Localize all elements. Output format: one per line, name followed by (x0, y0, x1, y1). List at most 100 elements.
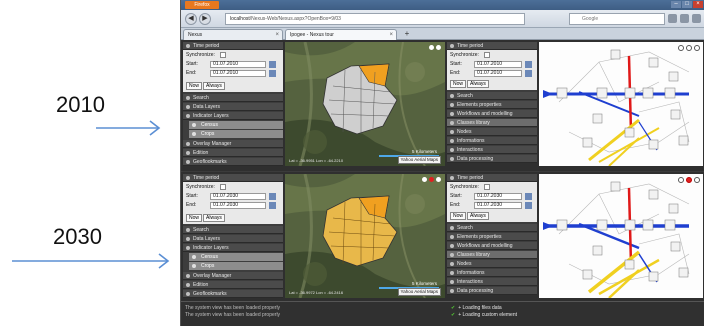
calendar-icon[interactable] (525, 202, 532, 209)
zoom-icon[interactable] (678, 177, 684, 183)
start-date-field[interactable]: 01.07.2010 (474, 61, 522, 68)
menu-elements-properties[interactable]: Elements properties (447, 101, 537, 109)
always-button[interactable]: Always (203, 214, 225, 222)
menu-classes-library[interactable]: Classes library (447, 251, 537, 259)
calendar-icon[interactable] (269, 70, 276, 77)
menu-search[interactable]: Search (447, 92, 537, 100)
time-period-header[interactable]: Time period (183, 42, 283, 50)
calendar-icon[interactable] (269, 61, 276, 68)
map-control-icon[interactable] (422, 177, 427, 182)
settings-icon[interactable] (694, 45, 700, 51)
coordinates-readout: Lat = -36.9972 Lon = -64.2416 (289, 290, 344, 295)
search-icon[interactable] (668, 14, 677, 23)
synchronize-checkbox[interactable] (484, 184, 490, 190)
record-icon[interactable] (429, 177, 434, 182)
map-control-icon[interactable] (436, 45, 441, 50)
menu-workflows-modelling[interactable]: Workflows and modelling (447, 110, 537, 118)
calendar-icon[interactable] (525, 61, 532, 68)
menu-geobookmarks[interactable]: Geoflookmarks (183, 158, 283, 166)
back-icon[interactable]: ◀ (185, 13, 197, 25)
tab-close-icon[interactable]: × (275, 30, 279, 40)
map-control-icon[interactable] (429, 45, 434, 50)
calendar-icon[interactable] (269, 202, 276, 209)
menu-data-processing[interactable]: Data processing (447, 155, 537, 163)
menu-informations[interactable]: Informations (447, 137, 537, 145)
menu-data-layers[interactable]: Data Layers (183, 235, 283, 243)
synchronize-checkbox[interactable] (220, 52, 226, 58)
tab-bar: Nexus × Ipogee - Nexus tour × + (181, 28, 704, 40)
tab-nexus[interactable]: Nexus × (183, 29, 283, 40)
now-button[interactable]: Now (186, 214, 203, 222)
new-tab-icon[interactable]: + (401, 29, 413, 39)
always-button[interactable]: Always (467, 212, 489, 220)
menu-elements-properties[interactable]: Elements properties (447, 233, 537, 241)
menu-data-layers[interactable]: Data Layers (183, 103, 283, 111)
menu-search[interactable]: Search (447, 224, 537, 232)
menu-indicator-layers[interactable]: Indicator Layers (183, 244, 283, 252)
start-date-field[interactable]: 01.07.2010 (210, 61, 266, 68)
indicator-crops[interactable]: Crops (189, 130, 283, 138)
menu-workflows-modelling[interactable]: Workflows and modelling (447, 242, 537, 250)
aerial-maps-button[interactable]: Yahoo Aerial Maps (397, 288, 441, 296)
right-time-period-header[interactable]: Time period (447, 42, 537, 50)
home-icon[interactable] (680, 14, 689, 23)
menu-nodes[interactable]: Nodes (447, 128, 537, 136)
workflow-diagram[interactable] (539, 174, 703, 298)
now-button[interactable]: Now (450, 80, 467, 88)
map-control-icon[interactable] (436, 177, 441, 182)
indicator-census[interactable]: Census (189, 253, 283, 261)
workflow-diagram[interactable] (539, 42, 703, 166)
firefox-menu-button[interactable]: Firefox (185, 1, 219, 9)
right-time-period-header[interactable]: Time period (447, 174, 537, 182)
search-input[interactable]: Google (569, 13, 665, 25)
indicator-crops[interactable]: Crops (189, 262, 283, 270)
now-button[interactable]: Now (186, 82, 203, 90)
settings-icon[interactable] (694, 177, 700, 183)
end-date-field[interactable]: 01.07.2030 (474, 202, 522, 209)
maximize-icon[interactable]: □ (682, 1, 692, 8)
address-bar[interactable]: localhost/Nexus-Web/Nexus.aspx?OpenBox=9… (225, 13, 525, 25)
menu-interactions[interactable]: Interactions (447, 146, 537, 154)
menu-search[interactable]: Search (183, 94, 283, 102)
calendar-icon[interactable] (525, 70, 532, 77)
end-date-field[interactable]: 01.07.2010 (210, 70, 266, 77)
menu-edition[interactable]: Edition (183, 149, 283, 157)
start-date-field[interactable]: 01.07.2030 (210, 193, 266, 200)
menu-indicator-layers[interactable]: Indicator Layers (183, 112, 283, 120)
tab-ipogee[interactable]: Ipogee - Nexus tour × (285, 29, 397, 40)
synchronize-checkbox[interactable] (484, 52, 490, 58)
start-date-field[interactable]: 01.07.2030 (474, 193, 522, 200)
menu-informations[interactable]: Informations (447, 269, 537, 277)
end-date-field[interactable]: 01.07.2010 (474, 70, 522, 77)
menu-data-processing[interactable]: Data processing (447, 287, 537, 295)
record-icon[interactable] (686, 177, 692, 183)
minimize-icon[interactable]: – (671, 1, 681, 8)
menu-overlay-manager[interactable]: Overlay Manager (183, 140, 283, 148)
menu-interactions[interactable]: Interactions (447, 278, 537, 286)
always-button[interactable]: Always (203, 82, 225, 90)
always-button[interactable]: Always (467, 80, 489, 88)
indicator-census[interactable]: Census (189, 121, 283, 129)
calendar-icon[interactable] (269, 193, 276, 200)
forward-icon[interactable]: ▶ (199, 13, 211, 25)
menu-geobookmarks[interactable]: Geoflookmarks (183, 290, 283, 298)
time-period-header[interactable]: Time period (183, 174, 283, 182)
satellite-map[interactable]: 5 Kilometers Lat = -36.9951 Lon = -64.22… (285, 42, 445, 166)
calendar-icon[interactable] (525, 193, 532, 200)
right-panel: Time period Synchronize: Start: 01.07.203… (447, 174, 537, 295)
zoom-icon[interactable] (686, 45, 692, 51)
synchronize-checkbox[interactable] (220, 184, 226, 190)
menu-search[interactable]: Search (183, 226, 283, 234)
satellite-map[interactable]: 5 Kilometers Lat = -36.9972 Lon = -64.24… (285, 174, 445, 298)
end-date-field[interactable]: 01.07.2030 (210, 202, 266, 209)
now-button[interactable]: Now (450, 212, 467, 220)
menu-overlay-manager[interactable]: Overlay Manager (183, 272, 283, 280)
menu-edition[interactable]: Edition (183, 281, 283, 289)
menu-classes-library[interactable]: Classes library (447, 119, 537, 127)
aerial-maps-button[interactable]: Yahoo Aerial Maps (397, 156, 441, 164)
close-icon[interactable]: × (693, 1, 703, 8)
tab-close-icon[interactable]: × (389, 30, 393, 40)
zoom-icon[interactable] (678, 45, 684, 51)
addon-icon[interactable] (692, 14, 701, 23)
menu-nodes[interactable]: Nodes (447, 260, 537, 268)
